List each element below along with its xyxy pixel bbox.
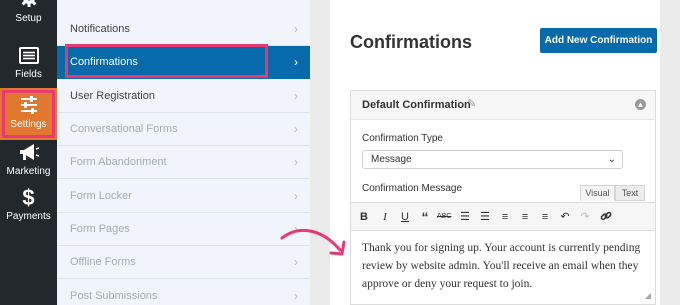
main-area: Confirmations Add New Confirmation Defau… xyxy=(310,0,680,305)
confirmation-box-header[interactable]: Default Confirmation ✎ ▲ xyxy=(351,91,655,120)
confirmation-type-select[interactable]: Message ⌄ xyxy=(362,150,623,169)
rail-item-marketing[interactable]: Marketing xyxy=(0,141,57,187)
submenu-item-user-registration[interactable]: User Registration › xyxy=(57,80,310,113)
chevron-right-icon: › xyxy=(294,55,298,69)
italic-icon[interactable]: I xyxy=(378,210,392,224)
confirmation-message-text: Thank you for signing up. Your account i… xyxy=(362,242,641,290)
rail-item-payments[interactable]: $ Payments xyxy=(0,186,57,232)
add-new-confirmation-button[interactable]: Add New Confirmation xyxy=(540,28,657,53)
collapse-icon[interactable]: ▲ xyxy=(635,99,646,110)
align-right-icon[interactable]: ≡ xyxy=(538,210,552,224)
chevron-right-icon: › xyxy=(294,89,298,103)
builder-sidebar: Setup Fields Settings Marketing $ Paymen… xyxy=(0,0,57,305)
submenu-item-notifications[interactable]: Notifications › xyxy=(57,13,310,46)
submenu-label: Notifications xyxy=(70,23,130,35)
page-title: Confirmations xyxy=(350,32,473,52)
submenu-item-form-abandonment[interactable]: Form Abandonment › xyxy=(57,146,310,179)
align-center-icon[interactable]: ≡ xyxy=(518,210,532,224)
dollar-icon: $ xyxy=(22,185,35,210)
strikethrough-icon[interactable]: ABC xyxy=(437,210,451,224)
chevron-right-icon: › xyxy=(294,22,298,36)
rail-label-setup: Setup xyxy=(15,13,42,24)
submenu-label: Conversational Forms xyxy=(70,123,178,135)
undo-icon[interactable]: ↶ xyxy=(558,210,572,224)
submenu-item-form-locker[interactable]: Form Locker › xyxy=(57,180,310,213)
numbered-list-icon[interactable]: ☰ xyxy=(478,210,492,224)
pointer-arrow xyxy=(280,228,346,256)
gear-icon xyxy=(0,0,57,12)
chevron-down-icon: ⌄ xyxy=(607,154,616,165)
submenu-label: Offline Forms xyxy=(70,256,136,268)
submenu-label: Form Pages xyxy=(70,223,130,235)
align-left-icon[interactable]: ≡ xyxy=(498,210,512,224)
chevron-right-icon: › xyxy=(294,189,298,203)
submenu-label: Form Locker xyxy=(70,190,132,202)
chevron-right-icon: › xyxy=(294,289,298,303)
megaphone-icon xyxy=(0,141,57,165)
pencil-icon[interactable]: ✎ xyxy=(467,97,476,110)
confirmation-title: Default Confirmation xyxy=(362,99,471,111)
tab-text[interactable]: Text xyxy=(615,185,645,201)
submenu-item-post-submissions[interactable]: Post Submissions › xyxy=(57,280,310,305)
submenu-item-conversational-forms[interactable]: Conversational Forms › xyxy=(57,113,310,146)
bold-icon[interactable]: B xyxy=(357,210,371,224)
confirmation-type-value: Message xyxy=(371,154,412,165)
confirmation-message-editor[interactable]: Thank you for signing up. Your account i… xyxy=(351,232,655,292)
tab-visual[interactable]: Visual xyxy=(580,185,615,201)
confirmation-box: Default Confirmation ✎ ▲ Confirmation Ty… xyxy=(350,90,656,305)
fields-icon xyxy=(0,44,57,68)
underline-icon[interactable]: U xyxy=(398,210,412,224)
blockquote-icon[interactable]: “ xyxy=(418,210,432,224)
confirmations-highlight xyxy=(65,44,268,78)
confirmation-message-label: Confirmation Message xyxy=(362,183,463,194)
rail-item-setup[interactable]: Setup xyxy=(0,0,57,34)
submenu-label: Form Abandonment xyxy=(70,156,167,168)
submenu-label: User Registration xyxy=(70,90,155,102)
bullet-list-icon[interactable]: ☰ xyxy=(458,210,472,224)
submenu-label: Post Submissions xyxy=(70,290,158,302)
chevron-right-icon: › xyxy=(294,155,298,169)
rail-label-payments: Payments xyxy=(6,211,51,222)
settings-highlight xyxy=(2,90,55,138)
submenu-item-offline-forms[interactable]: Offline Forms › xyxy=(57,246,310,279)
redo-icon[interactable]: ↷ xyxy=(578,210,592,224)
resize-handle-icon[interactable]: ◢ xyxy=(645,291,651,300)
submenu-item-form-pages[interactable]: Form Pages › xyxy=(57,213,310,246)
link-icon[interactable] xyxy=(599,210,613,224)
confirmation-type-label: Confirmation Type xyxy=(362,133,443,144)
editor-toolbar: B I U “ ABC ☰ ☰ ≡ ≡ ≡ ↶ ↷ xyxy=(351,202,655,231)
rail-item-fields[interactable]: Fields xyxy=(0,44,57,90)
rail-label-fields: Fields xyxy=(15,69,42,80)
chevron-right-icon: › xyxy=(294,122,298,136)
rail-label-marketing: Marketing xyxy=(6,166,51,177)
